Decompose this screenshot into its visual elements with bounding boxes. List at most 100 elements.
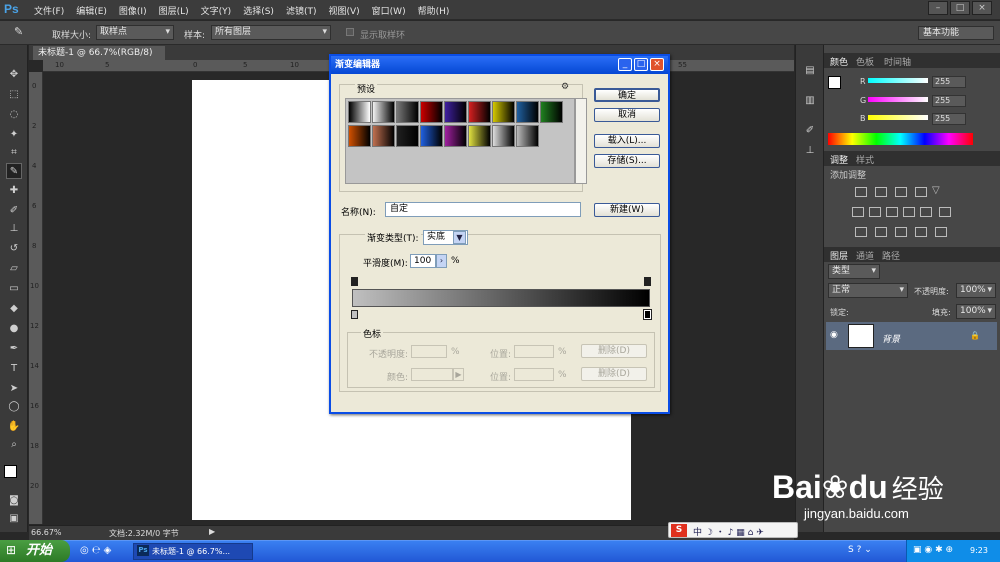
preset-swatch[interactable] — [540, 101, 563, 123]
gradient-map-icon[interactable] — [935, 227, 947, 237]
sample-size-dropdown[interactable]: 取样点 — [96, 25, 174, 40]
eraser-tool-icon[interactable]: ▱ — [6, 261, 22, 277]
gradient-tool-icon[interactable]: ▭ — [6, 281, 22, 297]
ok-button[interactable]: 确定 — [594, 88, 660, 102]
menu-type[interactable]: 文字(Y) — [201, 4, 232, 17]
preset-swatch[interactable] — [492, 101, 515, 123]
eyedropper-tool-icon-active[interactable]: ✎ — [6, 163, 22, 179]
color-stop-right[interactable] — [643, 309, 652, 320]
levels-icon[interactable] — [875, 187, 887, 197]
color-balance-icon[interactable] — [869, 207, 881, 217]
preset-swatch[interactable] — [420, 125, 443, 147]
selective-color-icon[interactable] — [915, 227, 927, 237]
color-panel-foreground[interactable] — [828, 76, 841, 89]
workspace-dropdown[interactable]: 基本功能 — [918, 26, 994, 40]
healing-brush-tool-icon[interactable]: ✚ — [6, 183, 22, 199]
red-value[interactable]: 255 — [932, 76, 966, 88]
preset-swatch[interactable] — [396, 125, 419, 147]
presets-gear-icon[interactable]: ⚙ — [561, 82, 569, 92]
brush-tool-icon[interactable]: ✐ — [6, 203, 22, 219]
sample-dropdown[interactable]: 所有图层 — [211, 25, 331, 40]
chevron-right-icon[interactable]: ▶ — [453, 368, 464, 381]
properties-panel-icon[interactable]: ▥ — [802, 93, 818, 109]
preset-scrollbar[interactable] — [575, 98, 587, 184]
ellipse-tool-icon[interactable]: ◯ — [6, 399, 22, 415]
hue-sat-icon[interactable] — [852, 207, 864, 217]
preset-swatch[interactable] — [372, 101, 395, 123]
bw-icon[interactable] — [886, 207, 898, 217]
blue-slider[interactable] — [868, 115, 928, 120]
tab-channels[interactable]: 通道 — [856, 249, 874, 262]
preset-swatch[interactable] — [372, 125, 395, 147]
delete-opacity-stop-button[interactable]: 删除(D) — [581, 344, 647, 358]
tab-styles[interactable]: 样式 — [856, 153, 874, 166]
close-button[interactable]: × — [972, 1, 992, 15]
chevron-right-icon[interactable]: › — [436, 254, 447, 268]
green-value[interactable]: 255 — [932, 95, 966, 107]
zoom-tool-icon[interactable]: ⌕ — [6, 437, 22, 453]
tray-icons[interactable]: ▣ ◉ ✱ ⊕ — [913, 545, 953, 555]
quick-select-tool-icon[interactable]: ✦ — [6, 127, 22, 143]
status-arrow-icon[interactable]: ▶ — [209, 527, 215, 536]
menu-image[interactable]: 图像(I) — [119, 4, 147, 17]
preset-swatch[interactable] — [444, 101, 467, 123]
eyedropper-tool-icon[interactable]: ✎ — [14, 25, 23, 38]
opacity-value[interactable]: 100% — [956, 283, 996, 298]
stop-location-input[interactable] — [514, 345, 554, 358]
preset-swatch[interactable] — [516, 125, 539, 147]
menu-file[interactable]: 文件(F) — [34, 4, 64, 17]
menu-filter[interactable]: 滤镜(T) — [286, 4, 317, 17]
blend-mode-dropdown[interactable]: 正常 — [828, 283, 908, 298]
exposure-icon[interactable] — [915, 187, 927, 197]
maximize-button[interactable]: □ — [950, 1, 970, 15]
layer-row[interactable]: ◉ 背景 🔒 — [826, 322, 997, 350]
lasso-tool-icon[interactable]: ◌ — [6, 107, 22, 123]
sogou-logo-icon[interactable]: S — [671, 524, 687, 537]
preset-swatch[interactable] — [468, 101, 491, 123]
preset-swatch[interactable] — [468, 125, 491, 147]
tab-layers[interactable]: 图层 — [830, 249, 848, 262]
dialog-maximize-icon[interactable]: □ — [634, 58, 648, 71]
vibrance-icon[interactable]: ▽ — [932, 185, 940, 196]
new-button[interactable]: 新建(W) — [594, 203, 660, 217]
delete-color-stop-button[interactable]: 删除(D) — [581, 367, 647, 381]
quick-mask-icon[interactable]: ◙ — [6, 493, 22, 509]
posterize-icon[interactable] — [875, 227, 887, 237]
menu-help[interactable]: 帮助(H) — [418, 4, 450, 17]
green-slider[interactable] — [868, 97, 928, 102]
menu-select[interactable]: 选择(S) — [243, 4, 274, 17]
stop-color-swatch[interactable] — [411, 368, 453, 381]
screen-mode-icon[interactable]: ▣ — [6, 511, 22, 527]
preset-swatch[interactable] — [348, 125, 371, 147]
zoom-level[interactable]: 66.67% — [31, 528, 62, 537]
blur-tool-icon[interactable]: ◆ — [6, 301, 22, 317]
tab-adjustments[interactable]: 调整 — [830, 153, 848, 166]
red-slider[interactable] — [868, 78, 928, 83]
stop-color-location-input[interactable] — [514, 368, 554, 381]
opacity-stop-right[interactable] — [644, 277, 651, 286]
language-bar-icons[interactable]: S ? ⌄ — [848, 545, 872, 555]
type-tool-icon[interactable]: T — [6, 361, 22, 377]
menu-window[interactable]: 窗口(W) — [372, 4, 406, 17]
channel-mixer-icon[interactable] — [920, 207, 932, 217]
dialog-minimize-icon[interactable]: _ — [618, 58, 632, 71]
ime-mode-icons[interactable]: 中 ☽ ・ ♪ ▦ ⌂ ✈ — [693, 525, 764, 538]
minimize-button[interactable]: – — [928, 1, 948, 15]
tab-swatches[interactable]: 色板 — [856, 55, 874, 68]
preset-swatch[interactable] — [516, 101, 539, 123]
history-brush-tool-icon[interactable]: ↺ — [6, 241, 22, 257]
quick-launch-icons[interactable]: ◎ ℮ ◈ — [80, 545, 111, 556]
color-stop-left[interactable] — [351, 310, 358, 319]
pen-tool-icon[interactable]: ✒ — [6, 341, 22, 357]
cancel-button[interactable]: 取消 — [594, 108, 660, 122]
blue-value[interactable]: 255 — [932, 113, 966, 125]
document-tab[interactable]: 未标题-1 @ 66.7%(RGB/8) × — [33, 46, 165, 72]
preset-swatch[interactable] — [444, 125, 467, 147]
show-ring-checkbox[interactable] — [346, 28, 354, 36]
path-select-tool-icon[interactable]: ➤ — [6, 381, 22, 397]
brush-panel-icon[interactable]: ✐ — [802, 123, 818, 139]
chevron-down-icon[interactable]: ▼ — [453, 231, 466, 244]
history-panel-icon[interactable]: ▤ — [802, 63, 818, 79]
preset-swatch[interactable] — [492, 125, 515, 147]
eye-icon[interactable]: ◉ — [830, 330, 838, 340]
